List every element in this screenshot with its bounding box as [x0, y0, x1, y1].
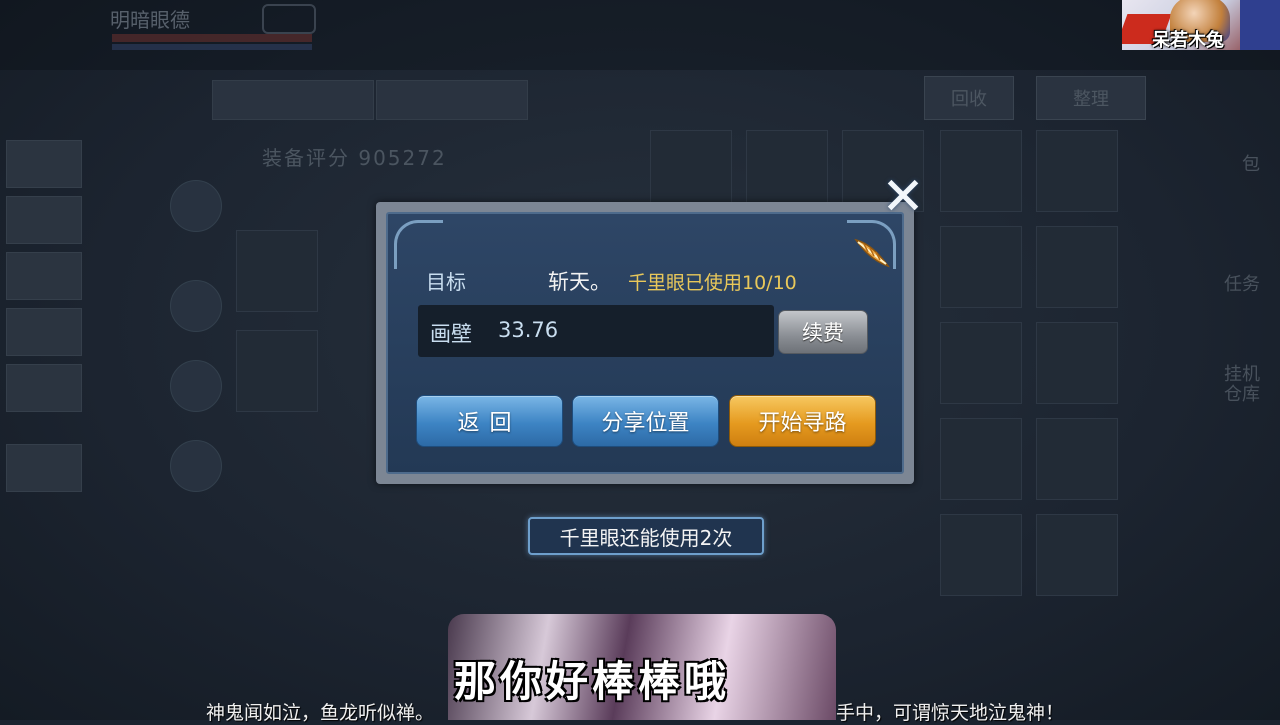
bag-slot[interactable] — [940, 322, 1022, 404]
left-menu-item-4[interactable] — [6, 308, 82, 356]
remaining-uses-tip: 千里眼还能使用2次 — [528, 517, 764, 555]
player-name: 明暗眼德 — [110, 8, 190, 32]
target-label: 目标 — [426, 270, 466, 294]
usage-status: 千里眼已使用10/10 — [628, 272, 797, 294]
location-name: 画壁 — [430, 322, 472, 346]
start-pathfinding-button[interactable]: 开始寻路 — [729, 395, 876, 447]
bag-slot[interactable] — [940, 514, 1022, 596]
bag-slot[interactable] — [1036, 322, 1118, 404]
renew-button[interactable]: 续费 — [778, 310, 868, 354]
bag-slot[interactable] — [1036, 514, 1118, 596]
bag-slot[interactable] — [650, 130, 732, 212]
bag-slot[interactable] — [1036, 130, 1118, 212]
forge-icon[interactable] — [170, 180, 222, 232]
feather-icon — [854, 238, 890, 268]
left-menu-item-6[interactable] — [6, 444, 82, 492]
left-menu-item-5[interactable] — [6, 364, 82, 412]
bg-tab-1 — [212, 80, 374, 120]
level-badge — [262, 4, 316, 34]
bg-tab-2 — [376, 80, 528, 120]
sticker-caption: 那你好棒棒哦 — [454, 657, 731, 706]
sort-button[interactable]: 整理 — [1036, 76, 1146, 120]
bg-icon-2[interactable] — [170, 280, 222, 332]
share-location-button[interactable]: 分享位置 — [572, 395, 719, 447]
bag-slot[interactable] — [940, 130, 1022, 212]
left-menu-item-3[interactable] — [6, 252, 82, 300]
left-menu-item-2[interactable] — [6, 196, 82, 244]
equip-slot[interactable] — [236, 330, 318, 412]
back-button[interactable]: 返回 — [416, 395, 563, 447]
left-menu-item-1[interactable] — [6, 140, 82, 188]
target-name: 斩天。 — [548, 270, 611, 294]
bg-icon-4[interactable] — [170, 440, 222, 492]
bag-slot[interactable] — [940, 418, 1022, 500]
location-coordinate: 33.76 — [498, 318, 559, 342]
bag-slot[interactable] — [1036, 418, 1118, 500]
bag-slot[interactable] — [746, 130, 828, 212]
bag-slot[interactable] — [1036, 226, 1118, 308]
subtitle-right: 手中，可谓惊天地泣鬼神！ — [836, 702, 1065, 724]
close-icon[interactable]: ✕ — [880, 171, 926, 223]
equip-slot[interactable] — [236, 230, 318, 312]
subtitle-left: 神鬼闻如泣，鱼龙听似禅。 — [206, 702, 435, 724]
bag-slot[interactable] — [940, 226, 1022, 308]
corner-ornament-icon — [394, 220, 443, 269]
streamer-name: 呆若木兔 — [1152, 30, 1224, 51]
equip-score: 装备评分 905272 — [262, 146, 447, 170]
side-label-storage[interactable]: 仓库 — [1224, 380, 1260, 406]
bg-icon-3[interactable] — [170, 360, 222, 412]
hp-bar — [112, 34, 312, 42]
recycle-button[interactable]: 回收 — [924, 76, 1014, 120]
mp-bar — [112, 44, 312, 50]
side-label-task[interactable]: 任务 — [1224, 270, 1260, 296]
side-label-bag[interactable]: 包 — [1242, 150, 1260, 176]
